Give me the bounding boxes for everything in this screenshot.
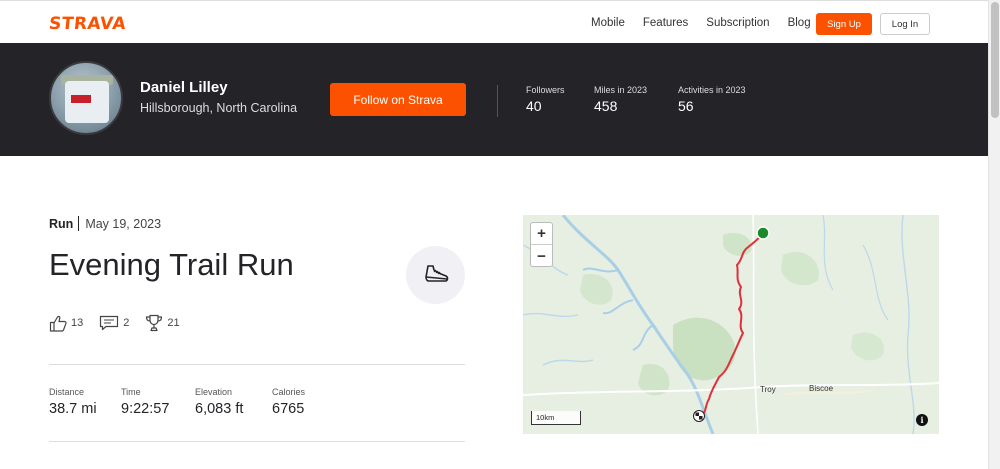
- athlete-header: Daniel Lilley Hillsborough, North Caroli…: [0, 43, 988, 156]
- metric-value: 9:22:57: [121, 401, 170, 417]
- athlete-location: Hillsborough, North Carolina: [140, 101, 298, 115]
- metric-value: 38.7 mi: [49, 401, 97, 417]
- comments-button[interactable]: 2: [99, 315, 129, 331]
- stat-activities: Activities in 2023 56: [678, 85, 746, 114]
- divider: [49, 364, 465, 365]
- stat-value: 56: [678, 98, 694, 114]
- avatar-detail: [71, 95, 91, 103]
- map-place-troy: Troy: [760, 385, 776, 394]
- achievements-count: 21: [167, 317, 180, 329]
- metric-label: Elevation: [195, 387, 233, 397]
- metric-label: Calories: [272, 387, 306, 397]
- nav-link-features[interactable]: Features: [643, 17, 688, 29]
- metric-distance: Distance 38.7 mi: [49, 387, 97, 417]
- top-nav: STRAVA Mobile Features Subscription Blog…: [0, 0, 988, 43]
- page-scrollbar[interactable]: [988, 0, 1000, 469]
- map-scale: 10km: [531, 411, 581, 425]
- log-in-button[interactable]: Log In: [880, 13, 930, 35]
- activity-date: May 19, 2023: [85, 217, 162, 231]
- activity-map[interactable]: + − Troy Biscoe 10km i: [523, 215, 939, 434]
- stats-divider: [497, 85, 498, 117]
- trophy-icon: [146, 314, 163, 332]
- achievements-button[interactable]: 21: [145, 314, 180, 332]
- activity-type: Run: [49, 217, 74, 231]
- metric-calories: Calories 6765: [272, 387, 305, 417]
- athlete-name[interactable]: Daniel Lilley: [140, 79, 228, 96]
- zoom-controls: + −: [530, 222, 553, 267]
- nav-link-mobile[interactable]: Mobile: [591, 17, 625, 29]
- activity-title: Evening Trail Run: [49, 247, 294, 282]
- map-canvas[interactable]: [523, 215, 939, 434]
- stat-value: 40: [526, 98, 542, 114]
- nav-link-blog[interactable]: Blog: [788, 17, 811, 29]
- kudos-count: 13: [71, 317, 84, 329]
- stat-miles: Miles in 2023 458: [594, 85, 647, 114]
- social-actions: 13 2 21: [49, 314, 196, 332]
- metric-label: Distance: [49, 387, 85, 397]
- comment-icon: [100, 315, 119, 331]
- sport-badge: [406, 246, 465, 304]
- metric-time: Time 9:22:57: [121, 387, 169, 417]
- metric-label: Time: [121, 387, 141, 397]
- stat-label: Activities in 2023: [678, 85, 746, 95]
- metric-value: 6765: [272, 401, 305, 417]
- metric-elevation: Elevation 6,083 ft: [195, 387, 243, 417]
- metric-value: 6,083 ft: [195, 401, 244, 417]
- comments-count: 2: [123, 317, 130, 329]
- stat-label: Followers: [526, 85, 565, 95]
- stat-value: 458: [594, 98, 618, 114]
- athlete-avatar[interactable]: [49, 61, 123, 135]
- stat-followers: Followers 40: [526, 85, 565, 114]
- zoom-out-button[interactable]: −: [531, 245, 552, 267]
- stat-label: Miles in 2023: [594, 85, 648, 95]
- nav-links: Mobile Features Subscription Blog: [591, 17, 829, 29]
- follow-button[interactable]: Follow on Strava: [330, 83, 466, 116]
- sign-up-button[interactable]: Sign Up: [816, 13, 872, 35]
- page: STRAVA Mobile Features Subscription Blog…: [0, 0, 1000, 469]
- kudos-button[interactable]: 13: [49, 315, 83, 332]
- shoe-icon: [424, 265, 448, 282]
- map-info-icon[interactable]: i: [916, 414, 928, 426]
- nav-link-subscription[interactable]: Subscription: [706, 17, 769, 29]
- scrollbar-thumb[interactable]: [991, 2, 999, 118]
- divider: [49, 441, 465, 442]
- map-place-biscoe: Biscoe: [809, 384, 834, 393]
- zoom-in-button[interactable]: +: [531, 223, 552, 245]
- thumbs-up-icon: [49, 315, 67, 332]
- type-date-separator: [78, 216, 80, 231]
- activity-type-date: Run May 19, 2023: [49, 216, 161, 231]
- strava-logo[interactable]: STRAVA: [48, 14, 127, 34]
